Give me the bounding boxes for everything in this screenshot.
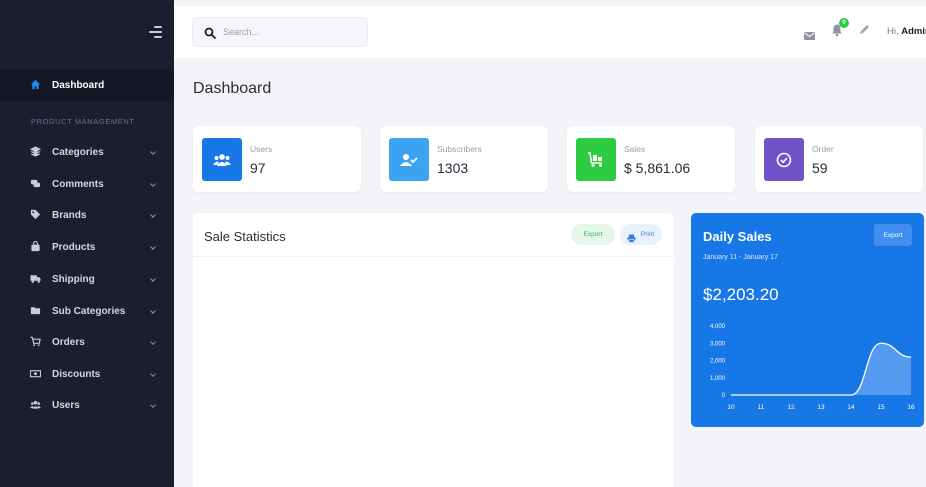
chevron-down-icon xyxy=(150,149,156,155)
stat-card-users: Users 97 xyxy=(193,126,361,192)
tag-icon xyxy=(30,209,41,220)
x-tick-label: 12 xyxy=(787,404,795,411)
stat-card-sales: Sales $ 5,861.06 xyxy=(567,126,735,192)
sales-area-fill xyxy=(731,343,911,395)
x-tick-label: 11 xyxy=(758,404,765,411)
sidebar-item-shipping[interactable]: Shipping xyxy=(0,263,174,295)
pen-icon[interactable] xyxy=(859,22,870,34)
x-tick-label: 13 xyxy=(817,404,825,411)
sidebar-item-products[interactable]: Products xyxy=(0,231,174,263)
daily-sales-panel: Daily Sales January 11 - January 17 $2,2… xyxy=(691,213,924,427)
stat-value: 59 xyxy=(812,160,828,176)
chevron-down-icon xyxy=(150,308,156,314)
export-button[interactable]: Export xyxy=(571,224,615,245)
y-tick-label: 0 xyxy=(722,393,726,399)
sidebar-item-label: Orders xyxy=(52,336,85,348)
stat-value: 97 xyxy=(250,160,266,176)
x-tick-label: 15 xyxy=(877,404,885,411)
stat-label: Users xyxy=(250,144,273,154)
sidebar-item-dashboard[interactable]: Dashboard xyxy=(0,69,174,101)
chevron-down-icon xyxy=(150,181,156,187)
shopping-cart-icon xyxy=(576,138,616,181)
stat-label: Order xyxy=(812,144,834,154)
daily-sales-amount: $2,203.20 xyxy=(703,285,779,304)
money-icon xyxy=(30,368,41,379)
menu-toggle-icon[interactable] xyxy=(149,26,162,38)
folder-icon xyxy=(30,305,41,316)
x-tick-label: 10 xyxy=(727,404,735,411)
layers-icon xyxy=(30,146,41,157)
sale-statistics-title: Sale Statistics xyxy=(204,229,286,244)
chevron-down-icon xyxy=(150,244,156,250)
y-tick-label: 1,000 xyxy=(710,376,726,382)
user-name: Admin xyxy=(901,26,926,37)
sidebar-item-users[interactable]: Users xyxy=(0,389,174,421)
mail-icon[interactable] xyxy=(804,27,815,40)
search-input[interactable] xyxy=(223,25,361,39)
sidebar-item-categories[interactable]: Categories xyxy=(0,136,174,168)
sidebar-item-label: Shipping xyxy=(52,273,95,285)
greeting-prefix: Hi, xyxy=(887,26,899,37)
sidebar-item-label: Products xyxy=(52,241,96,253)
stat-value: 1303 xyxy=(437,160,469,176)
truck-icon xyxy=(30,273,41,284)
daily-sales-chart: 4,000 3,000 2,000 1,000 010 11 12 13 14 15 16 xyxy=(710,324,915,411)
y-tick-label: 4,000 xyxy=(710,324,726,330)
y-tick-label: 2,000 xyxy=(710,359,726,365)
stat-label: Subscribers xyxy=(437,144,482,154)
sidebar-item-label: Brands xyxy=(52,209,87,221)
sidebar-item-label: Categories xyxy=(52,146,104,158)
notification-badge: 0 xyxy=(839,18,849,28)
daily-sales-title: Daily Sales xyxy=(703,229,772,244)
users-icon xyxy=(30,399,41,410)
search-box[interactable] xyxy=(192,17,368,47)
sidebar-item-comments[interactable]: Comments xyxy=(0,168,174,200)
cart-icon xyxy=(30,336,41,347)
search-icon[interactable] xyxy=(204,26,216,39)
sidebar-item-sub-categories[interactable]: Sub Categories xyxy=(0,295,174,327)
stat-card-subscribers: Subscribers 1303 xyxy=(380,126,548,192)
sidebar-section-label: PRODUCT MANAGEMENT xyxy=(31,117,135,126)
topbar: 0 Hi, Admin xyxy=(174,6,926,58)
chevron-down-icon xyxy=(150,371,156,377)
chevron-down-icon xyxy=(150,276,156,282)
sale-statistics-header: Sale Statistics Export Print xyxy=(193,213,674,257)
x-tick-label: 14 xyxy=(847,404,855,411)
stat-value: $ 5,861.06 xyxy=(624,160,691,176)
stat-card-order: Order 59 xyxy=(755,126,923,192)
sidebar-item-label: Sub Categories xyxy=(52,305,126,317)
daily-sales-export-button[interactable]: Export xyxy=(874,224,912,246)
printer-icon xyxy=(627,230,636,243)
sidebar-item-label: Users xyxy=(52,399,80,411)
sidebar-item-label: Discounts xyxy=(52,368,101,380)
sidebar-item-discounts[interactable]: Discounts xyxy=(0,358,174,390)
user-check-icon xyxy=(389,138,429,181)
sidebar-item-label: Dashboard xyxy=(52,79,105,91)
check-circle-icon xyxy=(764,138,804,181)
sale-statistics-panel: Sale Statistics Export Print xyxy=(193,213,674,487)
chevron-down-icon xyxy=(150,212,156,218)
page-title: Dashboard xyxy=(193,80,272,97)
sidebar-header xyxy=(0,0,174,62)
comments-icon xyxy=(30,178,41,189)
stat-label: Sales xyxy=(624,144,646,154)
y-tick-label: 3,000 xyxy=(710,341,726,347)
sidebar-item-brands[interactable]: Brands xyxy=(0,199,174,231)
chevron-down-icon xyxy=(150,339,156,345)
bag-icon xyxy=(30,241,41,252)
users-icon xyxy=(202,138,242,181)
chevron-down-icon xyxy=(150,402,156,408)
daily-sales-date-range: January 11 - January 17 xyxy=(703,254,778,261)
sidebar-item-orders[interactable]: Orders xyxy=(0,326,174,358)
sidebar: Dashboard PRODUCT MANAGEMENT Categories … xyxy=(0,0,174,487)
sidebar-item-label: Comments xyxy=(52,178,104,190)
user-greeting[interactable]: Hi, Admin xyxy=(887,26,926,37)
x-tick-label: 16 xyxy=(907,404,915,411)
home-icon xyxy=(30,79,41,90)
